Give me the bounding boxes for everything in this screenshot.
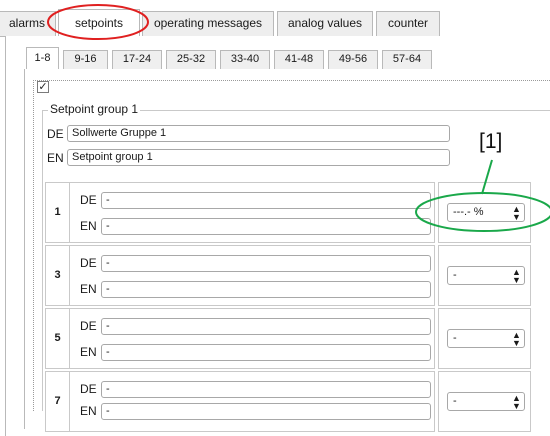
annotation-leader-line bbox=[481, 159, 493, 195]
annotation-overlay bbox=[47, 4, 550, 232]
unit-highlight-ellipse bbox=[415, 192, 550, 232]
tab-highlight-ellipse bbox=[47, 4, 149, 40]
